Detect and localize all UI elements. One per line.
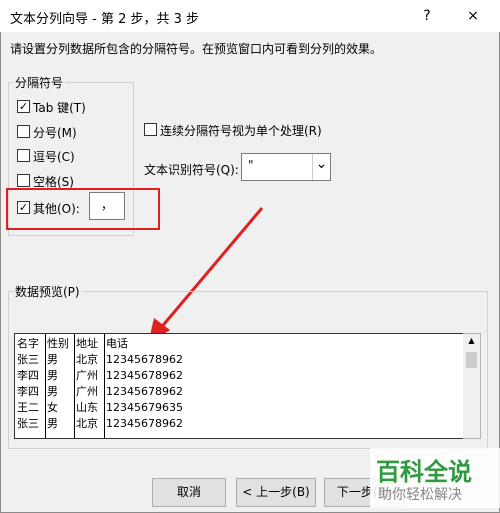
tab-check-icon: ✓: [17, 100, 30, 113]
table-cell: 李四: [17, 369, 39, 382]
table-cell: 张三: [17, 417, 39, 430]
window-title: 文本分列向导 - 第 2 步，共 3 步: [10, 12, 200, 27]
delimiters-group-label: 分隔符号: [13, 74, 66, 91]
table-cell: 12345678962: [106, 369, 183, 382]
text-qualifier-select[interactable]: " ⌄: [241, 153, 331, 181]
table-cell: 女: [47, 401, 58, 414]
scroll-up-icon[interactable]: ▲: [463, 336, 480, 345]
tab-checkbox-label: Tab 键(T): [33, 101, 86, 115]
semicolon-check-box: [17, 125, 30, 138]
preview-table: 名字 性别 地址 电话 张三 男 北京 12345678962 李四 男 广州 …: [14, 333, 465, 439]
table-cell: 北京: [76, 417, 98, 430]
preview-group-label: 数据预览(P): [13, 283, 82, 300]
table-cell: 12345678962: [106, 353, 183, 366]
text-qualifier-label: 文本识别符号(Q):: [144, 163, 239, 177]
help-button[interactable]: ?: [410, 4, 444, 28]
table-cell: 男: [47, 369, 58, 382]
table-cell: 男: [47, 353, 58, 366]
comma-checkbox-label: 逗号(C): [33, 150, 75, 164]
watermark-title: 百科全说: [376, 458, 472, 486]
table-cell: 12345678962: [106, 417, 183, 430]
instruction-text: 请设置分列数据所包含的分隔符号。在预览窗口内可看到分列的效果。: [10, 42, 383, 56]
watermark-logo: 百科全说 助你轻松解决: [370, 448, 500, 508]
table-cell: 李四: [17, 385, 39, 398]
highlight-box: [6, 188, 160, 230]
chevron-down-icon: ⌄: [312, 154, 330, 180]
text-qualifier-value: ": [248, 158, 254, 172]
table-cell: 地址: [76, 337, 98, 350]
cancel-button[interactable]: 取消: [152, 478, 226, 507]
table-cell: 名字: [17, 337, 39, 350]
table-cell: 男: [47, 417, 58, 430]
table-cell: 男: [47, 385, 58, 398]
consecutive-checkbox-label: 连续分隔符号视为单个处理(R): [160, 124, 322, 138]
space-check-box: [17, 174, 30, 187]
table-cell: 广州: [76, 369, 98, 382]
table-cell: 12345678962: [106, 385, 183, 398]
table-cell: 广州: [76, 385, 98, 398]
table-cell: 12345679635: [106, 401, 183, 414]
close-button[interactable]: ×: [456, 4, 490, 28]
table-cell: 性别: [47, 337, 69, 350]
table-cell: 王二: [17, 401, 39, 414]
table-cell: 电话: [106, 337, 128, 350]
comma-check-box: [17, 149, 30, 162]
title-bar: 文本分列向导 - 第 2 步，共 3 步 ? ×: [0, 0, 500, 32]
column-divider: [45, 334, 46, 438]
semicolon-checkbox-label: 分号(M): [33, 126, 77, 140]
scrollbar-thumb[interactable]: [466, 352, 477, 368]
table-cell: 张三: [17, 353, 39, 366]
back-button[interactable]: < 上一步(B): [236, 478, 316, 507]
column-divider: [104, 334, 105, 438]
table-cell: 山东: [76, 401, 98, 414]
watermark-subtitle: 助你轻松解决: [378, 487, 462, 503]
consecutive-check-box: [144, 123, 157, 136]
table-cell: 北京: [76, 353, 98, 366]
column-divider: [74, 334, 75, 438]
preview-scrollbar[interactable]: ▲: [463, 333, 481, 439]
